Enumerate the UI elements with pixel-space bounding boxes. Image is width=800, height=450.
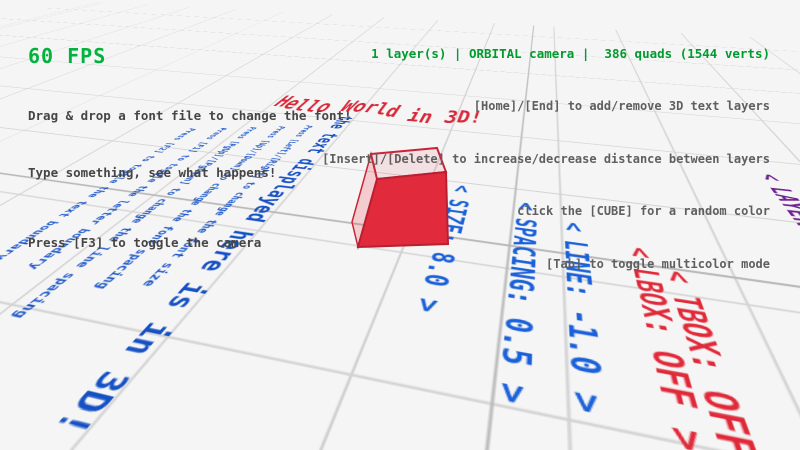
status-bar: 1 layer(s) | ORBITAL camera | 386 quads … [322,46,770,61]
hud-left: 60 FPS Drag & drop a font file to change… [28,6,352,290]
instruction-layer-distance: [Insert]/[Delete] to increase/decrease d… [322,152,770,167]
instruction-type: Type something, see what happens! [28,163,352,182]
3d-text-demo-viewport[interactable]: Hello World in 3D! the text displayed he… [0,0,800,450]
hud-right: 1 layer(s) | ORBITAL camera | 386 quads … [322,8,770,309]
instruction-multicolor: [Tab] to toggle multicolor mode [322,257,770,272]
instruction-drag-drop: Drag & drop a font file to change the fo… [28,106,352,125]
instruction-cube-color: click the [CUBE] for a random color [322,204,770,219]
instruction-layers: [Home]/[End] to add/remove 3D text layer… [322,99,770,114]
fps-counter: 60 FPS [28,44,352,68]
instruction-camera-toggle: Press [F3] to toggle the camera [28,233,352,252]
